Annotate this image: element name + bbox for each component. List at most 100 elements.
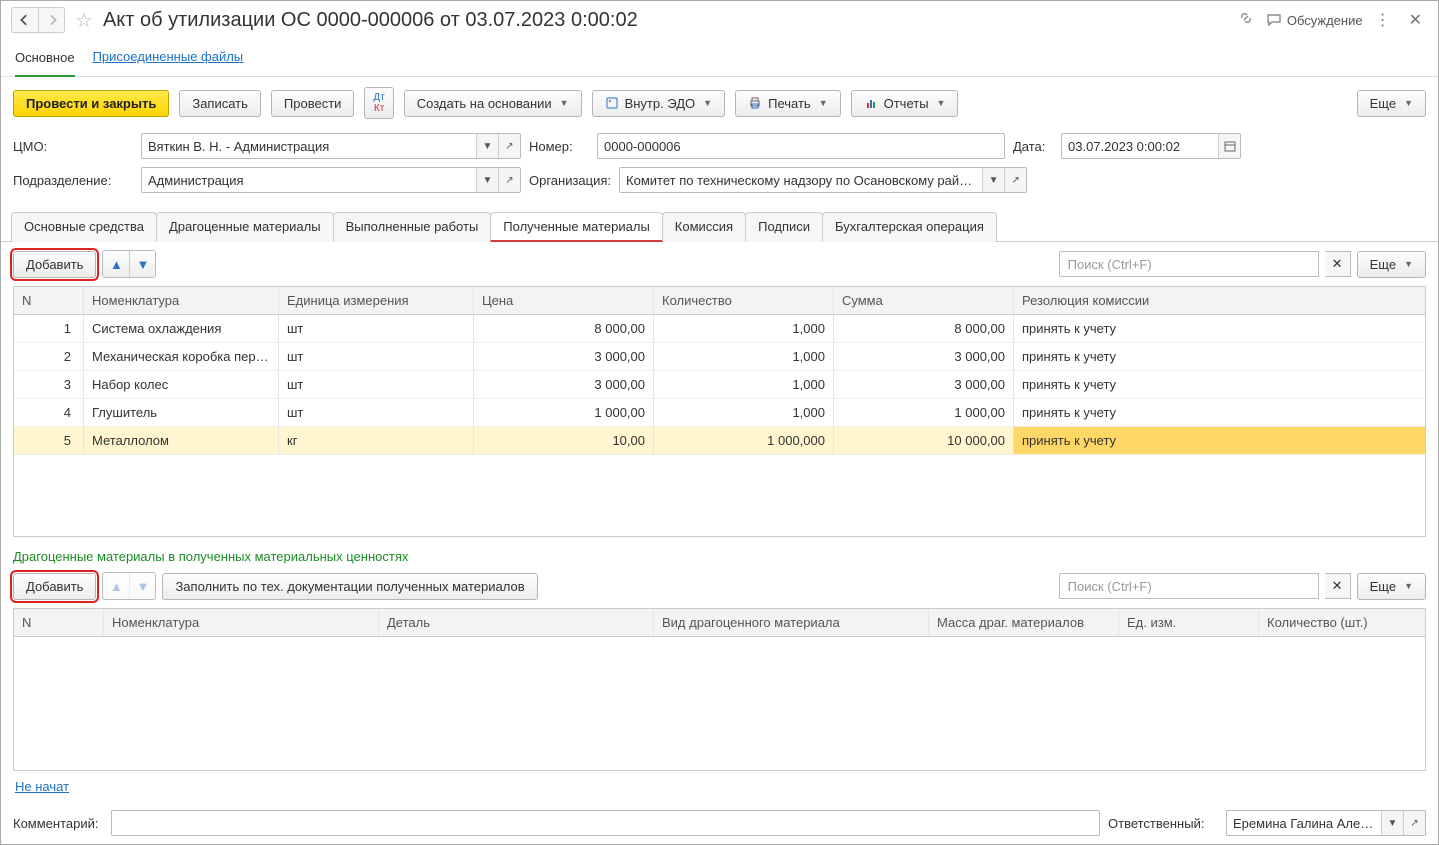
create-based-on-button[interactable]: Создать на основании ▼ xyxy=(404,90,582,117)
date-label: Дата: xyxy=(1013,139,1053,154)
table1-add-button[interactable]: Добавить xyxy=(13,251,96,278)
tab-performed-works[interactable]: Выполненные работы xyxy=(333,212,492,242)
table1-search-input[interactable] xyxy=(1059,251,1319,277)
forward-button[interactable] xyxy=(38,8,64,32)
table2-more-button[interactable]: Еще ▼ xyxy=(1357,573,1426,600)
back-button[interactable] xyxy=(12,8,38,32)
cell-sum: 3 000,00 xyxy=(834,371,1014,398)
precious-in-received-title: Драгоценные материалы в полученных матер… xyxy=(1,537,1438,564)
cell-n: 2 xyxy=(14,343,84,370)
responsible-input[interactable]: Еремина Галина Алексан ▼ ↗ xyxy=(1226,810,1426,836)
col2-qty: Количество (шт.) xyxy=(1259,609,1425,636)
open-ref-icon[interactable]: ↗ xyxy=(498,134,520,158)
move-down-button: ▼ xyxy=(129,573,155,599)
cell-n: 1 xyxy=(14,315,84,342)
open-ref-icon[interactable]: ↗ xyxy=(498,168,520,192)
cell-res: принять к учету xyxy=(1014,315,1425,342)
cell-sum: 1 000,00 xyxy=(834,399,1014,426)
cell-nom: Система охлаждения xyxy=(84,315,279,342)
dept-label: Подразделение: xyxy=(13,173,133,188)
table-row[interactable]: 4Глушительшт1 000,001,0001 000,00принять… xyxy=(14,399,1425,427)
dropdown-icon[interactable]: ▼ xyxy=(982,168,1004,192)
number-input[interactable]: 0000-000006 xyxy=(597,133,1005,159)
close-icon[interactable]: ✕ xyxy=(1403,10,1428,30)
discuss-label: Обсуждение xyxy=(1287,13,1363,28)
tab-commission[interactable]: Комиссия xyxy=(662,212,746,242)
tab-received-materials[interactable]: Полученные материалы xyxy=(490,212,663,242)
dropdown-icon[interactable]: ▼ xyxy=(476,134,498,158)
chevron-down-icon: ▼ xyxy=(1404,98,1413,108)
number-label: Номер: xyxy=(529,139,589,154)
cell-sum: 3 000,00 xyxy=(834,343,1014,370)
tab-signatures[interactable]: Подписи xyxy=(745,212,823,242)
tab-fixed-assets[interactable]: Основные средства xyxy=(11,212,157,242)
reports-button[interactable]: Отчеты ▼ xyxy=(851,90,959,117)
open-ref-icon[interactable]: ↗ xyxy=(1403,811,1425,835)
org-label: Организация: xyxy=(529,173,611,188)
org-value: Комитет по техническому надзору по Осано… xyxy=(620,173,982,188)
table-row[interactable]: 3Набор колесшт3 000,001,0003 000,00приня… xyxy=(14,371,1425,399)
dropdown-icon[interactable]: ▼ xyxy=(476,168,498,192)
dropdown-icon[interactable]: ▼ xyxy=(1381,811,1403,835)
fill-from-docs-button[interactable]: Заполнить по тех. документации полученны… xyxy=(162,573,537,600)
table1-more-label: Еще xyxy=(1370,257,1396,272)
tab-precious-materials[interactable]: Драгоценные материалы xyxy=(156,212,334,242)
dtkt-button[interactable]: ДтКт xyxy=(364,87,393,119)
chevron-down-icon: ▼ xyxy=(937,98,946,108)
table-row[interactable]: 2Механическая коробка пере...шт3 000,001… xyxy=(14,343,1425,371)
table1-search-clear[interactable]: ✕ xyxy=(1325,251,1351,277)
move-up-button[interactable]: ▲ xyxy=(103,251,129,277)
more-menu-icon[interactable]: ⋮ xyxy=(1369,10,1397,30)
dept-input[interactable]: Администрация ▼ ↗ xyxy=(141,167,521,193)
col-sum: Сумма xyxy=(834,287,1014,314)
table2-more-label: Еще xyxy=(1370,579,1396,594)
print-button[interactable]: Печать ▼ xyxy=(735,90,841,117)
print-label: Печать xyxy=(768,96,811,111)
chevron-down-icon: ▼ xyxy=(1404,581,1413,591)
org-input[interactable]: Комитет по техническому надзору по Осано… xyxy=(619,167,1027,193)
cmo-input[interactable]: Вяткин В. Н. - Администрация ▼ ↗ xyxy=(141,133,521,159)
calendar-icon[interactable] xyxy=(1218,134,1240,158)
col-qty: Количество xyxy=(654,287,834,314)
cell-qty: 1,000 xyxy=(654,343,834,370)
col-unit: Единица измерения xyxy=(279,287,474,314)
topnav-main[interactable]: Основное xyxy=(15,44,75,77)
cell-qty: 1,000 xyxy=(654,371,834,398)
open-ref-icon[interactable]: ↗ xyxy=(1004,168,1026,192)
tab-accounting[interactable]: Бухгалтерская операция xyxy=(822,212,997,242)
table1-more-button[interactable]: Еще ▼ xyxy=(1357,251,1426,278)
move-down-button[interactable]: ▼ xyxy=(129,251,155,277)
table2-search-input[interactable] xyxy=(1059,573,1319,599)
col2-mass: Масса драг. материалов xyxy=(929,609,1119,636)
save-button[interactable]: Записать xyxy=(179,90,261,117)
cell-res: принять к учету xyxy=(1014,343,1425,370)
more-label: Еще xyxy=(1370,96,1396,111)
cell-unit: шт xyxy=(279,399,474,426)
cell-n: 5 xyxy=(14,427,84,454)
favorite-icon[interactable]: ☆ xyxy=(71,8,97,33)
table2-add-button[interactable]: Добавить xyxy=(13,573,96,600)
chevron-down-icon: ▼ xyxy=(703,98,712,108)
cell-sum: 10 000,00 xyxy=(834,427,1014,454)
status-link[interactable]: Не начат xyxy=(1,771,1438,802)
move-up-button: ▲ xyxy=(103,573,129,599)
table2-search-field[interactable] xyxy=(1060,579,1318,594)
table-row[interactable]: 1Система охлажденияшт8 000,001,0008 000,… xyxy=(14,315,1425,343)
date-input[interactable]: 03.07.2023 0:00:02 xyxy=(1061,133,1241,159)
topnav-files[interactable]: Присоединенные файлы xyxy=(93,43,244,76)
cell-price: 3 000,00 xyxy=(474,343,654,370)
more-button[interactable]: Еще ▼ xyxy=(1357,90,1426,117)
cell-qty: 1 000,000 xyxy=(654,427,834,454)
link-icon[interactable] xyxy=(1232,10,1260,31)
post-and-close-button[interactable]: Провести и закрыть xyxy=(13,90,169,117)
table1-search-field[interactable] xyxy=(1060,257,1318,272)
discuss-button[interactable]: Обсуждение xyxy=(1266,12,1363,28)
table-row[interactable]: 5Металлоломкг10,001 000,00010 000,00прин… xyxy=(14,427,1425,455)
post-button[interactable]: Провести xyxy=(271,90,355,117)
cell-price: 8 000,00 xyxy=(474,315,654,342)
table2-search-clear[interactable]: ✕ xyxy=(1325,573,1351,599)
edo-label: Внутр. ЭДО xyxy=(625,96,696,111)
comment-input[interactable] xyxy=(111,810,1100,836)
edo-button[interactable]: Внутр. ЭДО ▼ xyxy=(592,90,726,117)
cell-qty: 1,000 xyxy=(654,315,834,342)
